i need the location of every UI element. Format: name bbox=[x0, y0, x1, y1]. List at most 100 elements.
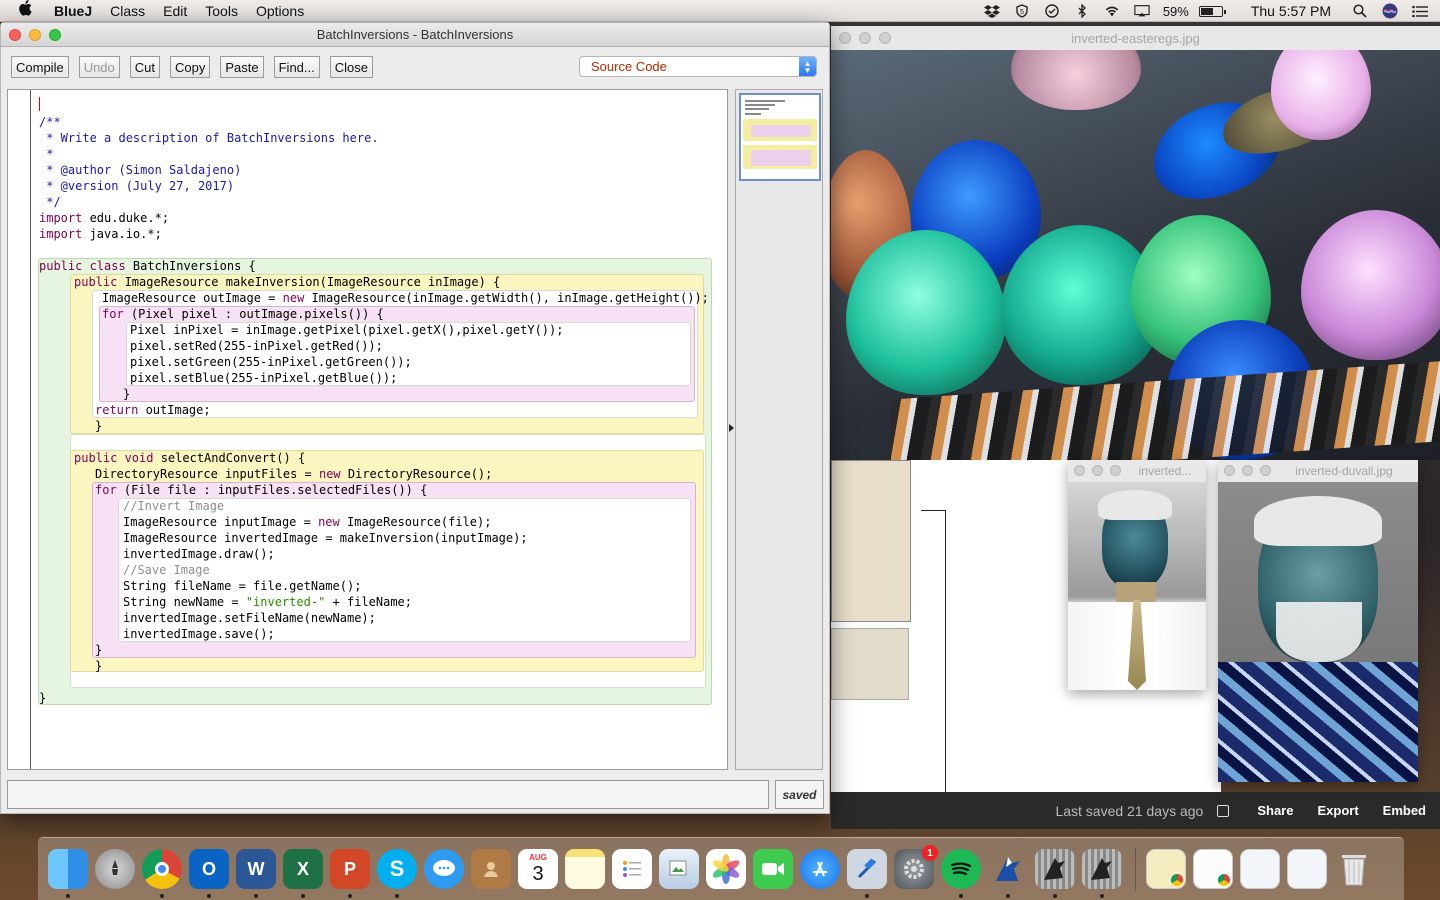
code-overview-thumbnail[interactable] bbox=[739, 93, 821, 181]
navigation-view[interactable] bbox=[735, 89, 823, 770]
menu-edit[interactable]: Edit bbox=[163, 3, 187, 19]
code-line: import java.io.*; bbox=[39, 227, 162, 241]
xcode-icon[interactable] bbox=[847, 849, 887, 898]
reminders-icon[interactable] bbox=[612, 849, 652, 889]
airplay-icon[interactable] bbox=[1134, 4, 1150, 18]
editor-title: BatchInversions - BatchInversions bbox=[316, 27, 514, 42]
zoom-button[interactable] bbox=[1260, 465, 1271, 476]
minimize-button[interactable] bbox=[29, 29, 41, 41]
embed-button[interactable]: Embed bbox=[1383, 803, 1426, 818]
small-window-titlebar[interactable]: inverted-duvall.jpg bbox=[1218, 460, 1418, 482]
dropbox-icon[interactable] bbox=[983, 4, 1000, 18]
code-line: * Write a description of BatchInversions… bbox=[39, 131, 379, 145]
editor-titlebar[interactable]: BatchInversions - BatchInversions bbox=[1, 23, 829, 47]
inverted-image-window-2[interactable]: inverted-duvall.jpg bbox=[1218, 460, 1418, 782]
preview-icon[interactable] bbox=[659, 849, 699, 889]
siri-icon[interactable] bbox=[1382, 3, 1398, 19]
zoom-button[interactable] bbox=[879, 32, 891, 44]
clock[interactable]: Thu 5:57 PM bbox=[1251, 3, 1331, 19]
close-button[interactable] bbox=[839, 32, 851, 44]
eggs-image-window[interactable]: inverted-easteregs.jpg bbox=[831, 26, 1440, 460]
system-preferences-icon[interactable]: 1 bbox=[894, 845, 938, 889]
menu-app-name[interactable]: BlueJ bbox=[54, 3, 92, 19]
compile-button[interactable]: Compile bbox=[11, 56, 69, 78]
small-window-titlebar[interactable]: inverted... bbox=[1068, 460, 1206, 482]
battery-icon[interactable] bbox=[1198, 5, 1226, 17]
close-button[interactable] bbox=[1074, 465, 1085, 476]
messages-icon[interactable] bbox=[424, 849, 464, 889]
last-saved-text: Last saved 21 days ago bbox=[1055, 802, 1204, 819]
photo-toolbar: Last saved 21 days ago Share Export Embe… bbox=[831, 792, 1440, 829]
downloads-stack-icon[interactable] bbox=[1146, 849, 1186, 889]
code-line: invertedImage.draw(); bbox=[123, 547, 275, 561]
calendar-day: 3 bbox=[532, 863, 544, 885]
close-button[interactable] bbox=[1224, 465, 1235, 476]
notification-center-icon[interactable] bbox=[1412, 4, 1428, 18]
app-store-icon[interactable] bbox=[800, 849, 840, 889]
shield-icon[interactable]: 5 bbox=[1014, 4, 1030, 18]
zoom-button[interactable] bbox=[49, 29, 61, 41]
notes-icon[interactable] bbox=[565, 849, 605, 889]
apple-menu-icon[interactable] bbox=[18, 0, 40, 21]
background-line bbox=[921, 510, 946, 511]
facetime-icon[interactable] bbox=[753, 849, 793, 889]
close-editor-button[interactable]: Close bbox=[329, 56, 373, 78]
minimize-button[interactable] bbox=[1092, 465, 1103, 476]
background-box bbox=[831, 628, 909, 700]
undo-button[interactable]: Undo bbox=[78, 56, 120, 78]
bluej-editor-window[interactable]: BatchInversions - BatchInversions Compil… bbox=[0, 22, 830, 814]
skype-icon[interactable]: S bbox=[377, 849, 417, 898]
outlook-icon[interactable]: O bbox=[189, 849, 229, 898]
eggs-window-title: inverted-easteregs.jpg bbox=[1071, 30, 1200, 46]
open-external-icon[interactable] bbox=[1217, 804, 1230, 817]
checkmark-circle-icon[interactable] bbox=[1044, 4, 1060, 18]
desktop-stack-icon[interactable] bbox=[1240, 849, 1280, 889]
close-button[interactable] bbox=[9, 29, 21, 41]
zoom-button[interactable] bbox=[1110, 465, 1121, 476]
powerpoint-icon[interactable]: P bbox=[330, 849, 370, 898]
contacts-icon[interactable] bbox=[471, 849, 511, 889]
bluetooth-icon[interactable] bbox=[1074, 4, 1090, 18]
code-line: import edu.duke.*; bbox=[39, 211, 170, 225]
export-button[interactable]: Export bbox=[1317, 803, 1358, 818]
calendar-icon[interactable]: AUG 3 bbox=[518, 849, 558, 889]
share-button[interactable]: Share bbox=[1257, 803, 1293, 818]
menu-options[interactable]: Options bbox=[256, 3, 304, 19]
eggs-window-titlebar[interactable]: inverted-easteregs.jpg bbox=[831, 26, 1440, 50]
finder-icon[interactable] bbox=[48, 849, 88, 898]
find-button[interactable]: Find... bbox=[273, 56, 320, 78]
chrome-icon[interactable] bbox=[142, 849, 182, 898]
code-line: for (Pixel pixel : outImage.pixels()) { bbox=[102, 307, 384, 321]
menu-tools[interactable]: Tools bbox=[205, 3, 238, 19]
word-icon[interactable]: W bbox=[236, 849, 276, 898]
spotify-icon[interactable] bbox=[941, 849, 981, 898]
code-line: public ImageResource makeInversion(Image… bbox=[74, 275, 501, 289]
code-line: invertedImage.save(); bbox=[123, 627, 275, 641]
inverted-portrait-image bbox=[1218, 482, 1418, 782]
minimize-button[interactable] bbox=[1242, 465, 1253, 476]
documents-stack-icon[interactable] bbox=[1193, 849, 1233, 889]
photos-icon[interactable] bbox=[706, 849, 746, 889]
view-mode-select[interactable]: Source Code ▲ ▼ bbox=[579, 56, 817, 77]
notification-badge: 1 bbox=[922, 845, 938, 861]
excel-icon[interactable]: X bbox=[283, 849, 323, 898]
code-line: } bbox=[95, 659, 103, 673]
paste-button[interactable]: Paste bbox=[220, 56, 264, 78]
wifi-icon[interactable] bbox=[1104, 4, 1120, 18]
minimize-button[interactable] bbox=[859, 32, 871, 44]
trash-icon[interactable] bbox=[1334, 849, 1374, 889]
launchpad-icon[interactable] bbox=[95, 849, 135, 889]
bluej-project-icon[interactable] bbox=[1035, 849, 1075, 898]
inverted-image-window-1[interactable]: inverted... bbox=[1068, 460, 1206, 690]
menu-class[interactable]: Class bbox=[110, 3, 145, 19]
navview-toggle[interactable] bbox=[728, 89, 735, 770]
code-line: ImageResource outImage = new ImageResour… bbox=[102, 291, 709, 305]
cut-button[interactable]: Cut bbox=[129, 56, 160, 78]
folder-stack-icon[interactable] bbox=[1287, 849, 1327, 889]
bluej-project-icon[interactable] bbox=[1082, 849, 1122, 898]
bluej-icon[interactable] bbox=[988, 849, 1028, 898]
copy-button[interactable]: Copy bbox=[170, 56, 211, 78]
code-editor[interactable]: /** * Write a description of BatchInvers… bbox=[7, 89, 728, 770]
battery-percent[interactable]: 59% bbox=[1163, 4, 1189, 19]
spotlight-search-icon[interactable] bbox=[1352, 4, 1368, 18]
